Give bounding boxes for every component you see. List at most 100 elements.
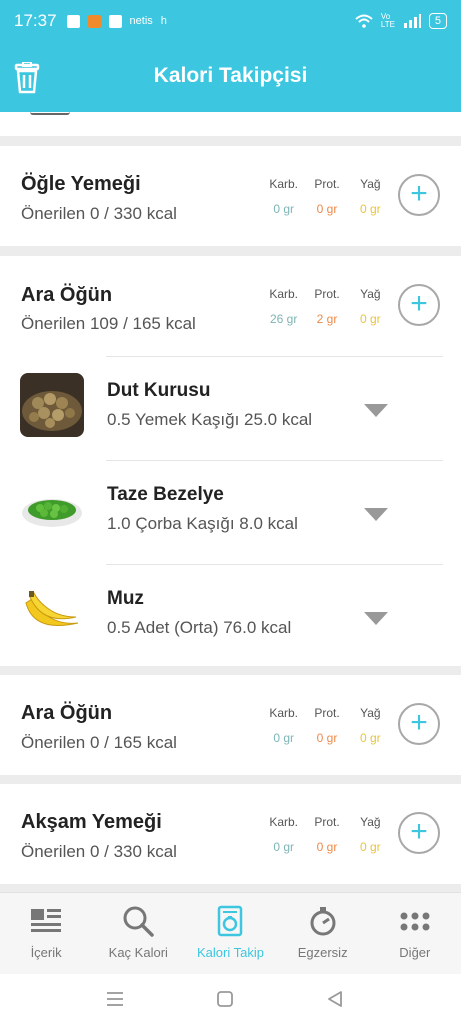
meal-card-snack-2: Ara Öğün Önerilen 0 / 165 kcal Karb. 0 gr… bbox=[0, 675, 461, 775]
nav-calorie-tracker[interactable]: Kalori Takip bbox=[184, 893, 276, 974]
carb-label: Karb. bbox=[269, 706, 298, 720]
notification-letter: h bbox=[160, 15, 167, 27]
meal-recommended: Önerilen 0 / 165 kcal bbox=[21, 733, 177, 752]
carb-value: 0 gr bbox=[273, 202, 294, 216]
add-food-button[interactable]: + bbox=[398, 284, 440, 326]
fat-value: 0 gr bbox=[359, 312, 381, 326]
food-item[interactable]: Dut Kurusu 0.5 Yemek Kaşığı 25.0 kcal bbox=[0, 356, 461, 460]
food-detail: 0.5 Adet (Orta) 76.0 kcal bbox=[107, 618, 292, 637]
divider bbox=[106, 460, 443, 461]
content-icon bbox=[31, 909, 61, 932]
banana-image bbox=[20, 581, 84, 645]
prot-value: 2 gr bbox=[316, 312, 338, 326]
prot-value: 0 gr bbox=[316, 840, 338, 854]
meal-title: Akşam Yemeği bbox=[21, 811, 162, 833]
green-peas-image bbox=[20, 477, 84, 541]
menu-icon[interactable] bbox=[104, 988, 126, 1010]
prot-label: Prot. bbox=[314, 287, 340, 301]
nav-calorie-search[interactable]: Kaç Kalori bbox=[92, 893, 184, 974]
prot-label: Prot. bbox=[314, 177, 340, 191]
prot-value: 0 gr bbox=[316, 202, 338, 216]
add-food-button[interactable]: + bbox=[398, 174, 440, 216]
meal-recommended: Önerilen 0 / 330 kcal bbox=[21, 842, 177, 861]
status-bar: 17:37 netis h Vo LTE 5 bbox=[0, 0, 461, 42]
meal-card-dinner: Akşam Yemeği Önerilen 0 / 330 kcal Karb.… bbox=[0, 784, 461, 884]
meal-header[interactable]: Öğle Yemeği Önerilen 0 / 330 kcal Karb. 0… bbox=[0, 146, 461, 246]
stopwatch-icon bbox=[310, 907, 336, 936]
food-item[interactable]: Muz 0.5 Adet (Orta) 76.0 kcal bbox=[0, 564, 461, 668]
page-title: Kalori Takipçisi bbox=[153, 64, 308, 87]
macro-summary: Karb. 0 gr Prot. 0 gr Yağ 0 gr bbox=[262, 706, 392, 745]
meal-card-lunch: Öğle Yemeği Önerilen 0 / 330 kcal Karb. 0… bbox=[0, 146, 461, 246]
meal-title: Ara Öğün bbox=[21, 284, 113, 306]
add-food-button[interactable]: + bbox=[398, 812, 440, 854]
divider bbox=[106, 356, 443, 357]
system-status-icons: Vo LTE 5 bbox=[355, 13, 447, 29]
expand-arrow-icon[interactable] bbox=[364, 612, 388, 625]
food-name: Muz bbox=[107, 588, 144, 609]
dried-mulberry-image bbox=[20, 373, 84, 437]
carb-value: 0 gr bbox=[273, 731, 294, 745]
meal-header[interactable]: Ara Öğün Önerilen 0 / 165 kcal Karb. 0 gr… bbox=[0, 675, 461, 775]
meal-header[interactable]: Ara Öğün Önerilen 109 / 165 kcal Karb. 26… bbox=[0, 256, 461, 356]
netis-label: netis bbox=[129, 15, 153, 27]
food-detail: 0.5 Yemek Kaşığı 25.0 kcal bbox=[107, 410, 313, 429]
food-item[interactable]: Taze Bezelye 1.0 Çorba Kaşığı 8.0 kcal bbox=[0, 460, 461, 564]
nav-label: Egzersiz bbox=[297, 945, 348, 960]
prot-value: 0 gr bbox=[316, 731, 338, 745]
back-icon[interactable] bbox=[324, 988, 346, 1010]
meal-recommended: Önerilen 109 / 165 kcal bbox=[21, 314, 196, 333]
home-icon[interactable] bbox=[214, 988, 236, 1010]
nav-label: Kaç Kalori bbox=[108, 945, 168, 960]
system-navigation-bar bbox=[0, 974, 461, 1024]
add-food-button[interactable]: + bbox=[398, 703, 440, 745]
fat-label: Yağ bbox=[360, 706, 381, 720]
nav-label: Diğer bbox=[399, 945, 431, 960]
nav-more[interactable]: Diğer bbox=[369, 893, 461, 974]
app-notification-icon bbox=[66, 14, 80, 28]
carb-label: Karb. bbox=[269, 177, 298, 191]
notification-icons: netis h bbox=[66, 14, 167, 28]
chat-app-icon bbox=[108, 14, 122, 28]
nav-label: İçerik bbox=[30, 945, 62, 960]
meal-title: Ara Öğün bbox=[21, 702, 113, 724]
fat-label: Yağ bbox=[360, 177, 381, 191]
signal-icon bbox=[403, 14, 421, 28]
meal-recommended: Önerilen 0 / 330 kcal bbox=[21, 204, 177, 223]
tracker-icon bbox=[218, 905, 243, 937]
status-time: 17:37 bbox=[14, 11, 57, 30]
prot-label: Prot. bbox=[314, 706, 340, 720]
macro-summary: Karb. 0 gr Prot. 0 gr Yağ 0 gr bbox=[262, 177, 392, 216]
food-name: Taze Bezelye bbox=[107, 484, 224, 505]
previous-card-edge bbox=[0, 112, 461, 136]
carb-label: Karb. bbox=[269, 287, 298, 301]
meal-card-snack: Ara Öğün Önerilen 109 / 165 kcal Karb. 26… bbox=[0, 256, 461, 666]
food-name: Dut Kurusu bbox=[107, 380, 211, 401]
fat-value: 0 gr bbox=[359, 840, 381, 854]
fat-label: Yağ bbox=[360, 815, 381, 829]
nav-label: Kalori Takip bbox=[196, 945, 264, 960]
carb-value: 0 gr bbox=[273, 840, 294, 854]
divider bbox=[106, 564, 443, 565]
food-detail: 1.0 Çorba Kaşığı 8.0 kcal bbox=[107, 514, 298, 533]
scroll-edge bbox=[30, 112, 70, 115]
nav-exercise[interactable]: Egzersiz bbox=[277, 893, 369, 974]
nav-content[interactable]: İçerik bbox=[0, 893, 92, 974]
expand-arrow-icon[interactable] bbox=[364, 404, 388, 417]
search-icon bbox=[123, 906, 154, 937]
macro-summary: Karb. 26 gr Prot. 2 gr Yağ 0 gr bbox=[262, 287, 392, 326]
network-label: Vo LTE bbox=[380, 12, 395, 29]
carb-value: 26 gr bbox=[269, 312, 298, 326]
meal-header[interactable]: Akşam Yemeği Önerilen 0 / 330 kcal Karb.… bbox=[0, 784, 461, 884]
fat-value: 0 gr bbox=[359, 731, 381, 745]
fat-value: 0 gr bbox=[359, 202, 381, 216]
app-bar: Kalori Takipçisi bbox=[0, 42, 461, 112]
orange-app-icon bbox=[87, 14, 101, 28]
macro-summary: Karb. 0 gr Prot. 0 gr Yağ 0 gr bbox=[262, 815, 392, 854]
carb-label: Karb. bbox=[269, 815, 298, 829]
expand-arrow-icon[interactable] bbox=[364, 508, 388, 521]
battery-icon: 5 bbox=[428, 13, 447, 29]
fat-label: Yağ bbox=[360, 287, 381, 301]
bottom-navigation: İçerik Kaç Kalori Kalori Takip Egzersiz … bbox=[0, 892, 461, 974]
more-icon bbox=[400, 912, 430, 931]
